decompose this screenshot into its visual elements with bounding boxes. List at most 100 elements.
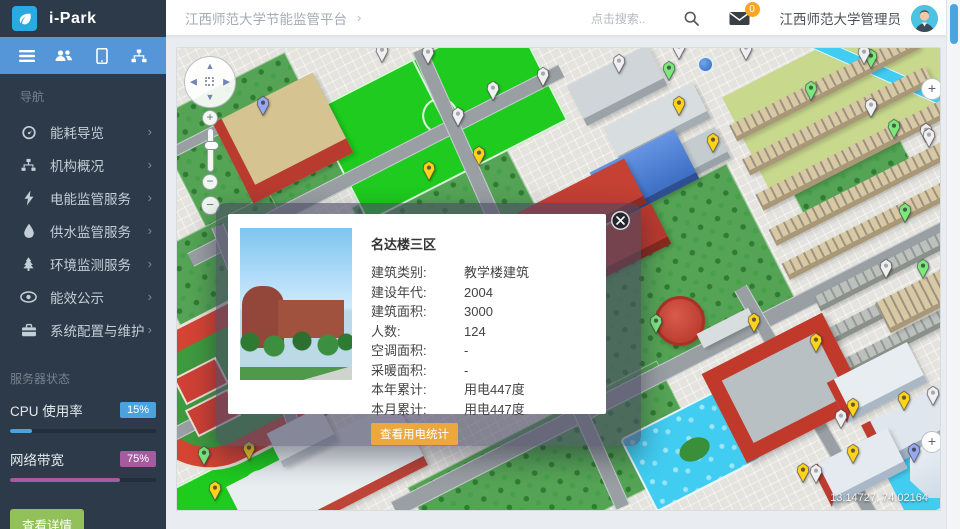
map-marker[interactable] [845, 443, 861, 464]
app-logo-text: i-Park [49, 10, 96, 28]
zoom-slider-track[interactable] [207, 128, 214, 172]
sitemap-icon[interactable] [122, 41, 156, 71]
map-marker[interactable] [921, 127, 937, 148]
map-marker[interactable] [897, 202, 913, 223]
current-user-name[interactable]: 江西师范大学管理员 [780, 8, 902, 28]
map-marker[interactable] [808, 463, 824, 484]
scrollbar-thumb[interactable] [950, 4, 958, 44]
sidebar-item-environment-service[interactable]: 环境监测服务 › [0, 247, 166, 280]
field-value: 2004 [464, 283, 594, 303]
map-marker[interactable] [535, 66, 551, 87]
map-marker[interactable] [856, 47, 872, 65]
map-marker[interactable] [374, 47, 390, 63]
chevron-right-icon: › [148, 157, 152, 172]
sidebar-toolbar [0, 37, 166, 74]
chevron-right-icon: › [148, 190, 152, 205]
building-title: 名达楼三区 [371, 234, 594, 253]
map-marker[interactable] [671, 47, 687, 60]
close-icon[interactable] [611, 211, 630, 230]
map-marker[interactable] [808, 332, 824, 353]
search-input[interactable]: 点击搜索.. [591, 10, 646, 27]
map-marker[interactable] [833, 408, 849, 429]
map-pan-control[interactable]: ▲ ▼ ◀ ▶ [184, 56, 236, 108]
building-info-popup: 名达楼三区 建筑类别:教学楼建筑 建设年代:2004 建筑面积:3000 人数:… [216, 203, 641, 446]
header-right: 点击搜索.. 0 江西师范大学管理员 [591, 0, 938, 36]
map-marker[interactable] [661, 60, 677, 81]
zoom-out-button[interactable]: − [202, 174, 218, 190]
tree-icon [20, 255, 37, 272]
view-details-button[interactable]: 查看详情 [10, 509, 84, 529]
map-marker[interactable] [471, 145, 487, 166]
map-marker[interactable] [485, 80, 501, 101]
sidebar-item-system-config[interactable]: 系统配置与维护 › [0, 313, 166, 346]
sidebar-item-label: 供水监管服务 [50, 221, 148, 241]
sidebar-item-energy-publicity[interactable]: 能效公示 › [0, 280, 166, 313]
search-icon[interactable] [684, 11, 699, 26]
info-row: 人数:124 [371, 322, 594, 342]
sidebar-item-label: 环境监测服务 [50, 254, 148, 274]
info-row: 采暖面积:- [371, 361, 594, 381]
app-window: i-Park 导航 能耗导览 › 机构概况 › [0, 0, 960, 529]
pan-left-icon[interactable]: ◀ [190, 78, 197, 87]
map-marker[interactable] [671, 95, 687, 116]
pan-down-icon[interactable]: ▼ [206, 93, 215, 102]
campus-map[interactable]: ▲ ▼ ◀ ▶ + − − + + 13.14727, 74.02164 [176, 47, 941, 511]
map-marker[interactable] [915, 258, 931, 279]
map-marker[interactable] [886, 118, 902, 139]
map-edge-plus-button[interactable]: + [921, 78, 941, 100]
map-edge-plus-button[interactable]: + [921, 431, 941, 453]
map-marker[interactable] [863, 97, 879, 118]
droplet-icon [20, 222, 37, 239]
mail-icon[interactable]: 0 [729, 11, 750, 26]
map-marker[interactable] [255, 95, 271, 116]
map-marker[interactable] [746, 312, 762, 333]
field-label: 建筑类别: [371, 263, 464, 283]
map-marker[interactable] [420, 47, 436, 65]
sidebar-item-water-service[interactable]: 供水监管服务 › [0, 214, 166, 247]
view-electricity-stats-button[interactable]: 查看用电统计 [371, 423, 458, 445]
field-label: 本月累计: [371, 400, 464, 420]
cpu-usage-bar [10, 429, 156, 433]
breadcrumb[interactable]: 江西师范大学节能监管平台 [185, 8, 347, 28]
field-value: - [464, 341, 594, 361]
sidebar-item-organization[interactable]: 机构概况 › [0, 148, 166, 181]
map-coordinates-readout: 13.14727, 74.02164 [830, 492, 928, 504]
field-label: 本年累计: [371, 380, 464, 400]
map-marker[interactable] [611, 53, 627, 74]
zoom-in-button[interactable]: + [202, 110, 218, 126]
eye-icon [20, 288, 37, 305]
map-marker[interactable] [906, 442, 922, 463]
user-avatar[interactable] [911, 5, 938, 32]
map-marker[interactable] [196, 445, 212, 466]
building-photo [240, 228, 352, 380]
info-row: 空调面积:- [371, 341, 594, 361]
field-value: 124 [464, 322, 594, 342]
map-marker[interactable] [207, 480, 223, 501]
map-marker[interactable] [738, 47, 754, 61]
users-icon[interactable] [47, 41, 81, 71]
page-scrollbar[interactable] [946, 0, 960, 529]
bandwidth-badge: 75% [120, 451, 156, 467]
sidebar-item-electric-service[interactable]: 电能监管服务 › [0, 181, 166, 214]
map-marker[interactable] [705, 132, 721, 153]
gauge-icon [20, 123, 37, 140]
map-marker[interactable] [803, 80, 819, 101]
menu-icon[interactable] [10, 41, 44, 71]
map-marker[interactable] [878, 258, 894, 279]
map-marker[interactable] [896, 390, 912, 411]
map-marker[interactable] [450, 106, 466, 127]
map-marker[interactable] [925, 385, 941, 406]
sidebar-item-energy-overview[interactable]: 能耗导览 › [0, 115, 166, 148]
pan-center-icon[interactable] [205, 77, 214, 86]
nav-section-label: 导航 [0, 74, 166, 115]
tablet-icon[interactable] [85, 41, 119, 71]
sidebar: i-Park 导航 能耗导览 › 机构概况 › [0, 0, 166, 529]
info-row: 本月累计:用电447度 [371, 400, 594, 420]
map-marker[interactable] [648, 313, 664, 334]
pan-right-icon[interactable]: ▶ [223, 78, 230, 87]
field-value: 用电447度 [464, 400, 594, 420]
map-marker[interactable] [421, 160, 437, 181]
pan-up-icon[interactable]: ▲ [206, 62, 215, 71]
zoom-slider-handle[interactable] [204, 141, 219, 150]
server-status-section: 服务器状态 CPU 使用率 15% 网络带宽 75% 查看详情 [0, 360, 166, 529]
